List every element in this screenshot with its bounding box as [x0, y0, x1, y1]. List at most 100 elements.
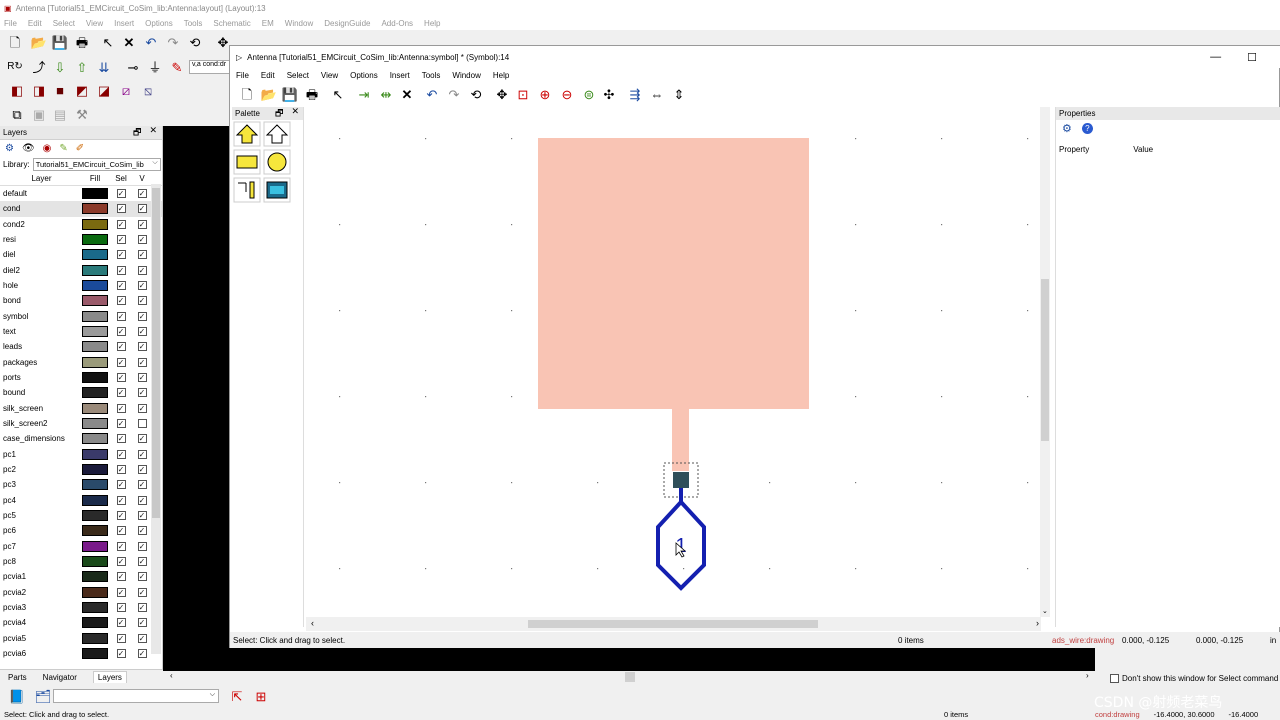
layer-sel-checkbox[interactable]: ✓	[116, 281, 126, 291]
print-icon[interactable]: 🖶	[73, 33, 91, 51]
layer-fill-swatch[interactable]	[82, 464, 108, 476]
layer-sel-checkbox[interactable]: ✓	[116, 526, 126, 536]
layer-sel-checkbox[interactable]: ✓	[116, 603, 126, 613]
layer-row[interactable]: pc7 ✓ ✓	[0, 539, 162, 554]
main-menu-edit[interactable]: Edit	[28, 19, 42, 28]
antenna-patch[interactable]	[538, 138, 809, 409]
layer-fill-swatch[interactable]	[82, 617, 108, 629]
layer-fill-swatch[interactable]	[82, 402, 108, 414]
layer-visible-checkbox[interactable]: ✓	[137, 618, 147, 628]
layer-fill-swatch[interactable]	[82, 418, 108, 430]
canvas-vscroll-thumb[interactable]	[1041, 279, 1049, 441]
sym-menu-options[interactable]: Options	[350, 71, 378, 80]
layer-fill-swatch[interactable]	[82, 234, 108, 246]
layout-tool11-icon[interactable]: ⚒	[73, 105, 91, 123]
pop-up-icon[interactable]: ⇧	[73, 58, 91, 76]
layout-tool7-icon[interactable]: ⧅	[139, 81, 157, 99]
pin-square[interactable]	[673, 472, 689, 488]
sym-menu-select[interactable]: Select	[287, 71, 309, 80]
layer-visible-checkbox[interactable]: ✓	[137, 480, 147, 490]
move-icon[interactable]: ✥	[493, 85, 511, 103]
layer-sel-checkbox[interactable]: ✓	[116, 311, 126, 321]
eye-icon[interactable]: 👁	[22, 143, 35, 154]
layer-visible-checkbox[interactable]: ✓	[137, 342, 147, 352]
layer-sel-checkbox[interactable]: ✓	[116, 541, 126, 551]
grid-snap-icon[interactable]: ⊞	[252, 687, 270, 705]
undo-icon[interactable]: ↶	[423, 85, 441, 103]
layer-row[interactable]: diel2 ✓ ✓	[0, 263, 162, 278]
layout-tool8-icon[interactable]: ⧉	[8, 105, 26, 123]
layer-visible-checkbox[interactable]: ✓	[137, 265, 147, 275]
layer-sel-checkbox[interactable]: ✓	[116, 357, 126, 367]
delete-icon[interactable]: ✕	[120, 33, 138, 51]
layer-visible-checkbox[interactable]: ✓	[137, 235, 147, 245]
layer-row[interactable]: cond ✓ ✓	[0, 201, 162, 217]
layout-tool6-icon[interactable]: ⧄	[117, 81, 135, 99]
port-icon[interactable]: ⊸	[124, 58, 142, 76]
canvas-vscrollbar[interactable]: ⌄	[1040, 107, 1050, 617]
layer-visible-checkbox[interactable]: ✓	[137, 327, 147, 337]
layer-row[interactable]: pc6 ✓ ✓	[0, 523, 162, 538]
layer-fill-swatch[interactable]	[82, 326, 108, 338]
main-hscroll-thumb[interactable]	[625, 672, 635, 682]
layout-tool3-icon[interactable]: ■	[51, 81, 69, 99]
minimize-icon[interactable]: —	[1210, 51, 1221, 64]
canvas-hscrollbar[interactable]: ‹ ›	[306, 617, 1041, 631]
chevron-left-icon[interactable]: ‹	[170, 671, 173, 680]
layer-visible-checkbox[interactable]: ✓	[137, 204, 147, 214]
layer-fill-swatch[interactable]	[82, 387, 108, 399]
pen-icon[interactable]: ✎	[168, 58, 186, 76]
layer-fill-swatch[interactable]	[82, 632, 108, 644]
redo-icon[interactable]: ↷	[164, 33, 182, 51]
layer-fill-swatch[interactable]	[82, 341, 108, 353]
main-menu-insert[interactable]: Insert	[114, 19, 134, 28]
layer-sel-checkbox[interactable]: ✓	[116, 618, 126, 628]
layer-row[interactable]: pcvia3 ✓ ✓	[0, 600, 162, 615]
sym-menu-file[interactable]: File	[236, 71, 249, 80]
layer-fill-swatch[interactable]	[82, 433, 108, 445]
layer-fill-swatch[interactable]	[82, 556, 108, 568]
layer-sel-checkbox[interactable]: ✓	[116, 434, 126, 444]
layer-fill-swatch[interactable]	[82, 494, 108, 506]
sym-menu-insert[interactable]: Insert	[390, 71, 410, 80]
zoom-in-icon[interactable]: ⊕	[536, 85, 554, 103]
delete-icon[interactable]: ✕	[398, 85, 416, 103]
chevron-right-icon[interactable]: ›	[1086, 671, 1089, 680]
layer-row[interactable]: case_dimensions ✓ ✓	[0, 431, 162, 446]
layer-sel-checkbox[interactable]: ✓	[116, 342, 126, 352]
layer-visible-checkbox[interactable]: ✓	[137, 311, 147, 321]
layer-visible-checkbox[interactable]: ✓	[137, 434, 147, 444]
layer-row[interactable]: pc8 ✓ ✓	[0, 554, 162, 569]
layer-fill-swatch[interactable]	[82, 280, 108, 292]
layer-row[interactable]: pcvia2 ✓ ✓	[0, 585, 162, 600]
layer-fill-swatch[interactable]	[82, 510, 108, 522]
main-menu-file[interactable]: File	[4, 19, 17, 28]
layer-sel-checkbox[interactable]: ✓	[116, 572, 126, 582]
save-icon[interactable]: 💾	[51, 33, 69, 51]
tab-navigator[interactable]: Navigator	[43, 673, 77, 682]
chevron-left-icon[interactable]: ‹	[311, 618, 314, 628]
layer-row[interactable]: pc4 ✓ ✓	[0, 493, 162, 508]
layer-visible-checkbox[interactable]: ✓	[137, 189, 147, 199]
layer-row[interactable]: leads ✓ ✓	[0, 339, 162, 354]
pan-icon[interactable]: ✣	[600, 85, 618, 103]
antenna-feed-line[interactable]	[672, 409, 689, 471]
layer-row[interactable]: default ✓ ✓	[0, 186, 162, 201]
layer-sel-checkbox[interactable]: ✓	[116, 633, 126, 643]
layer-row[interactable]: silk_screen2 ✓	[0, 416, 162, 431]
layer-row[interactable]: diel ✓ ✓	[0, 247, 162, 262]
new-file-icon[interactable]: 🗋	[6, 33, 24, 51]
float-icon[interactable]: 🗗	[133, 125, 141, 141]
layer-visible-checkbox[interactable]: ✓	[137, 219, 147, 229]
sym-menu-edit[interactable]: Edit	[261, 71, 275, 80]
book-icon[interactable]: 📘	[8, 687, 26, 705]
main-menu-addons[interactable]: Add-Ons	[381, 19, 413, 28]
layer-visible-checkbox[interactable]: ✓	[137, 603, 147, 613]
layer-sel-checkbox[interactable]: ✓	[116, 403, 126, 413]
layer-visible-checkbox[interactable]: ✓	[137, 373, 147, 383]
layout-tool4-icon[interactable]: ◩	[73, 81, 91, 99]
layer-fill-swatch[interactable]	[82, 586, 108, 598]
repeat-icon[interactable]: ⟲	[467, 85, 485, 103]
library-browser-icon[interactable]: 🗂	[34, 687, 52, 705]
layer-visible-checkbox[interactable]: ✓	[137, 495, 147, 505]
